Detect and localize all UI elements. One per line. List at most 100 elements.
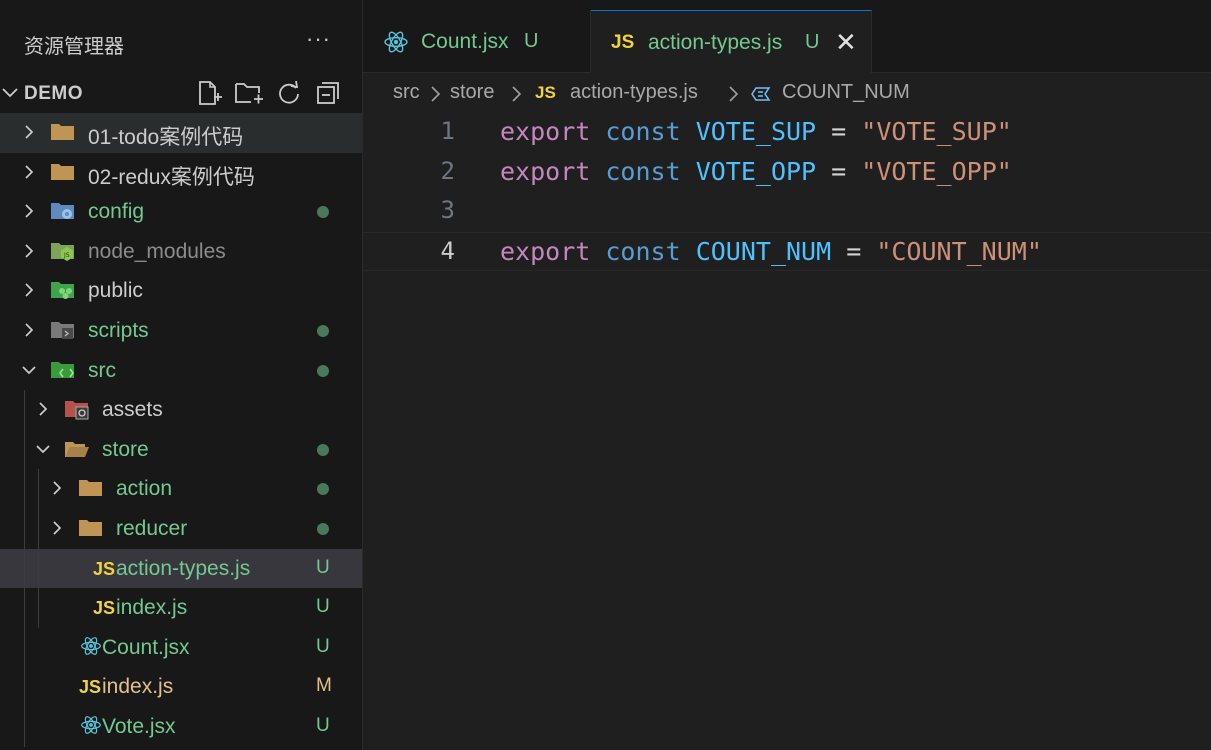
explorer-actions	[194, 78, 343, 108]
git-status-dot	[317, 206, 329, 219]
tab-status: U	[805, 31, 820, 53]
chevron-down-icon	[2, 88, 18, 98]
workspace-root[interactable]: DEMO	[0, 74, 362, 112]
tree-item[interactable]: JS action-types.js U	[0, 548, 362, 589]
tree-item[interactable]: public	[0, 271, 362, 311]
tree-item-label: index.js	[102, 675, 174, 699]
tree-item[interactable]: JS index.js M	[0, 667, 362, 707]
breadcrumb-file[interactable]: action-types.js	[570, 81, 698, 104]
tree-item-label: config	[88, 200, 145, 224]
tree-item-label: src	[88, 358, 116, 382]
code-token: const	[605, 156, 681, 186]
git-status-badge: U	[316, 714, 330, 736]
breadcrumb-src[interactable]: src	[393, 81, 420, 104]
line-number: 2	[440, 156, 455, 185]
tree-item[interactable]: store	[0, 430, 362, 470]
tree-item[interactable]: src	[0, 351, 362, 391]
tree-item[interactable]: config	[0, 192, 362, 232]
js-file-icon: JS	[93, 598, 116, 619]
tree-item-label: 01-todo案例代码	[88, 126, 244, 149]
code-token: =	[816, 117, 862, 146]
tree-item[interactable]: JS index.js U	[0, 588, 362, 628]
code-token: =	[816, 156, 862, 186]
code-token: COUNT_NUM	[695, 236, 832, 266]
react-icon	[81, 716, 101, 734]
git-status-badge: U	[316, 556, 330, 578]
tree-item[interactable]: Vote.jsx U	[0, 707, 362, 747]
collapse-all-icon[interactable]	[313, 78, 343, 108]
tab-count-jsx[interactable]: Count.jsx U	[363, 10, 591, 72]
chevron-right-icon	[25, 323, 34, 337]
code-line[interactable]: 1 export const VOTE_SUP = "VOTE_SUP"	[363, 113, 1211, 153]
scripts-folder-icon	[51, 321, 74, 339]
code-token: VOTE_SUP	[695, 117, 817, 146]
assets-folder-icon	[65, 401, 89, 420]
explorer-title: 资源管理器	[24, 36, 124, 58]
tree-item[interactable]: Count.jsx U	[0, 628, 362, 668]
tree-item-label: action	[116, 477, 173, 501]
tab-label: Count.jsx	[421, 30, 509, 53]
tree-item-label: public	[88, 279, 143, 303]
indent-guide	[38, 469, 39, 628]
tree-item[interactable]: 02-redux案例代码	[0, 153, 362, 193]
line-number: 4	[440, 236, 455, 265]
git-status-dot	[317, 443, 329, 456]
refresh-icon[interactable]	[274, 78, 304, 108]
chevron-right-icon	[25, 204, 34, 218]
code-token: =	[831, 236, 877, 266]
folder-icon	[79, 480, 102, 497]
chevron-right-icon	[25, 244, 34, 258]
code-token: const	[605, 117, 681, 146]
tree-item-label: action-types.js	[116, 556, 251, 580]
chevron-right-icon	[729, 86, 739, 102]
new-file-icon[interactable]	[194, 78, 224, 108]
git-status-dot	[317, 483, 329, 496]
tree-item[interactable]: JS node_modules	[0, 232, 362, 272]
code-line[interactable]: 2 export const VOTE_OPP = "VOTE_OPP"	[363, 153, 1211, 193]
tab-status: U	[524, 30, 539, 52]
explorer-header: 资源管理器 ···	[0, 0, 362, 74]
breadcrumb-store[interactable]: store	[450, 81, 494, 104]
git-status-badge: U	[316, 596, 330, 618]
tree-item[interactable]: action	[0, 469, 362, 509]
file-tree: 01-todo案例代码 02-redux案例代码 config JS node_modu…	[0, 113, 362, 747]
new-folder-icon[interactable]	[233, 78, 265, 108]
indent-guide	[24, 390, 25, 747]
code-line[interactable]: 3	[363, 192, 1211, 232]
code-token: const	[605, 236, 681, 266]
code-line[interactable]: 4 export const COUNT_NUM = "COUNT_NUM"	[363, 231, 1211, 272]
tree-item[interactable]: reducer	[0, 509, 362, 549]
chevron-right-icon	[25, 125, 34, 139]
react-icon	[81, 636, 101, 655]
chevron-down-icon	[22, 365, 36, 374]
chevron-right-icon	[25, 164, 34, 179]
git-status-badge: U	[316, 635, 330, 657]
chevron-right-icon	[512, 86, 522, 102]
code-editor[interactable]: 1 export const VOTE_SUP = "VOTE_SUP" 2 expo…	[363, 113, 1211, 272]
breadcrumb-symbol[interactable]: COUNT_NUM	[782, 81, 910, 104]
chevron-right-icon	[53, 481, 62, 495]
node-folder-icon: JS	[51, 242, 74, 261]
chevron-right-icon	[25, 283, 34, 297]
code-text: export const VOTE_OPP = "VOTE_OPP"	[500, 157, 1012, 186]
chevron-right-icon	[39, 402, 48, 416]
tab-action-types-js[interactable]: JS action-types.js U ✕	[591, 10, 872, 73]
tree-item[interactable]: assets	[0, 390, 362, 430]
code-token: export	[500, 117, 591, 146]
code-token: "VOTE_OPP"	[861, 156, 1012, 186]
more-actions-icon[interactable]: ···	[306, 26, 331, 52]
folder-icon	[51, 124, 74, 140]
tree-item-label: Count.jsx	[102, 635, 190, 659]
tree-item[interactable]: scripts	[0, 311, 362, 351]
public-folder-icon	[51, 282, 74, 300]
folder-icon	[79, 519, 102, 536]
close-icon[interactable]: ✕	[835, 27, 857, 58]
tree-item[interactable]: 01-todo案例代码	[0, 113, 362, 153]
workspace-root-label: DEMO	[24, 83, 83, 104]
tab-label: action-types.js	[648, 31, 783, 54]
